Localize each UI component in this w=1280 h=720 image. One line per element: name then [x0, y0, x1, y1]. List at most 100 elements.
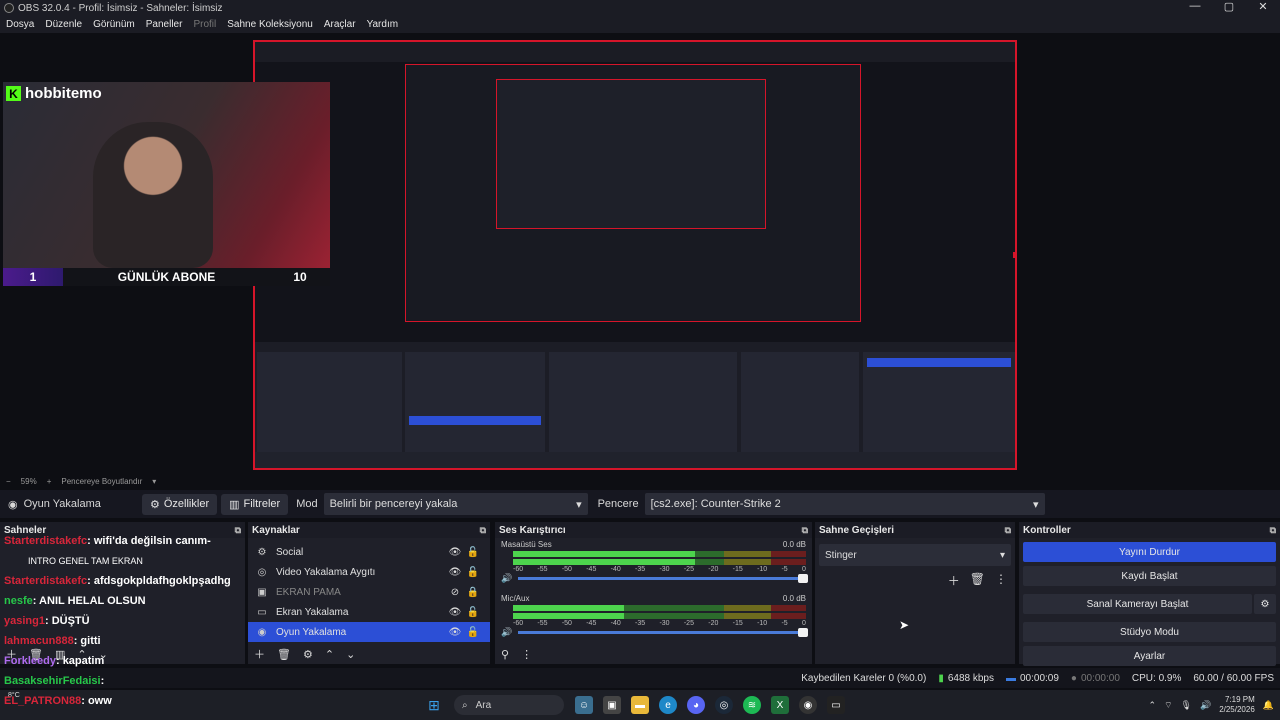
- taskbar-search[interactable]: ⌕ Ara: [454, 695, 564, 715]
- virtual-camera-settings-gear-icon[interactable]: ⚙: [1254, 594, 1276, 614]
- nested-selected-source: [409, 416, 541, 425]
- window-value: [cs2.exe]: Counter-Strike 2: [650, 498, 781, 510]
- channel-db: 0.0 dB: [782, 594, 806, 603]
- source-item-game-capture[interactable]: ◉ Oyun Yakalama 👁 🔓: [248, 622, 490, 642]
- transition-select[interactable]: Stinger ▾: [819, 544, 1011, 566]
- properties-button[interactable]: ⚙ Özellikler: [142, 493, 218, 515]
- window-select[interactable]: [cs2.exe]: Counter-Strike 2 ▾: [644, 493, 1045, 515]
- window-titlebar: OBS 32.0.4 - Profil: İsimsiz - Sahneler:…: [0, 0, 1280, 16]
- zoom-out-button[interactable]: −: [6, 477, 11, 486]
- file-explorer-icon[interactable]: ▬: [631, 696, 649, 714]
- menu-yardim[interactable]: Yardım: [367, 19, 399, 30]
- discord-icon[interactable]: ◕: [687, 696, 705, 714]
- volume-slider[interactable]: [518, 628, 808, 637]
- volume-slider[interactable]: [518, 574, 808, 583]
- volume-knob[interactable]: [798, 628, 808, 637]
- close-button[interactable]: ✕: [1246, 0, 1280, 13]
- edge-browser-icon[interactable]: e: [659, 696, 677, 714]
- source-item-social[interactable]: ⚙ Social 👁 🔓: [248, 542, 490, 562]
- transitions-dock-header: Sahne Geçişleri ⧉: [815, 522, 1015, 538]
- obs-icon[interactable]: ◉: [799, 696, 817, 714]
- task-view-icon[interactable]: ▣: [603, 696, 621, 714]
- source-properties-button[interactable]: ⚙: [303, 648, 313, 661]
- lock-icon[interactable]: 🔓: [464, 627, 482, 638]
- channel-name: Mic/Aux: [501, 594, 530, 603]
- mode-select[interactable]: Belirli bir pencereyi yakala ▾: [323, 493, 588, 515]
- selected-source: ◉ Oyun Yakalama: [0, 498, 140, 511]
- move-down-button[interactable]: ⌄: [346, 648, 355, 661]
- game-capture-preview[interactable]: [253, 40, 1017, 470]
- start-menu-icon[interactable]: ⊞: [425, 696, 443, 714]
- stop-streaming-button[interactable]: Yayını Durdur: [1023, 542, 1276, 562]
- menu-paneller[interactable]: Paneller: [146, 19, 183, 30]
- nested-scenes-dock: [257, 352, 402, 462]
- lock-icon[interactable]: 🔓: [464, 567, 482, 578]
- menu-araclar[interactable]: Araçlar: [324, 19, 356, 30]
- terminal-icon[interactable]: ▭: [827, 696, 845, 714]
- steam-icon[interactable]: ◎: [715, 696, 733, 714]
- hidden-eye-icon[interactable]: ⊘: [446, 587, 464, 598]
- speaker-icon[interactable]: 🔊: [501, 573, 512, 584]
- meter-ticks: -60 -55 -50 -45 -40 -35 -30 -25 -20 -15 -10 -5 0: [513, 620, 806, 627]
- lock-icon[interactable]: 🔓: [464, 547, 482, 558]
- resize-handle-right[interactable]: [1013, 252, 1015, 258]
- minimize-button[interactable]: —: [1178, 0, 1212, 13]
- microphone-icon[interactable]: 🎙: [1181, 700, 1192, 711]
- widget-app-icon[interactable]: ☺: [575, 696, 593, 714]
- source-item-display-capture[interactable]: ▭ Ekran Yakalama 👁 🔓: [248, 602, 490, 622]
- add-source-button[interactable]: ＋: [254, 646, 265, 662]
- undock-icon[interactable]: ⧉: [480, 525, 486, 536]
- studio-mode-button[interactable]: Stüdyo Modu: [1023, 622, 1276, 642]
- advanced-audio-icon[interactable]: ⚲: [501, 648, 509, 661]
- settings-button[interactable]: Ayarlar: [1023, 646, 1276, 666]
- menu-duzenle[interactable]: Düzenle: [45, 19, 82, 30]
- sub-goal-target: 10: [293, 270, 307, 284]
- spotify-icon[interactable]: ≋: [743, 696, 761, 714]
- clock[interactable]: 7:19 PM 2/25/2026: [1219, 695, 1255, 715]
- camera-icon: ◎: [257, 566, 267, 578]
- filters-button[interactable]: ▥ Filtreler: [221, 493, 289, 515]
- menu-dosya[interactable]: Dosya: [6, 19, 34, 30]
- undock-icon[interactable]: ⧉: [1005, 525, 1011, 536]
- undock-icon[interactable]: ⧉: [1270, 525, 1276, 536]
- add-transition-button[interactable]: ＋: [948, 572, 960, 589]
- undock-icon[interactable]: ⧉: [802, 525, 808, 536]
- visibility-eye-icon[interactable]: 👁: [446, 627, 464, 638]
- clock-time: 7:19 PM: [1224, 695, 1255, 704]
- start-virtual-camera-button[interactable]: Sanal Kamerayı Başlat: [1023, 594, 1252, 614]
- bitrate: 6488 kbps: [947, 672, 994, 684]
- remove-transition-button[interactable]: 🗑: [970, 572, 985, 589]
- visibility-eye-icon[interactable]: 👁: [446, 607, 464, 618]
- volume-knob[interactable]: [798, 574, 808, 583]
- lock-closed-icon[interactable]: 🔒: [464, 587, 482, 598]
- lock-icon[interactable]: 🔓: [464, 607, 482, 618]
- scale-mode-select[interactable]: Pencereye Boyutlandır: [61, 477, 142, 486]
- network-icon[interactable]: ⌔: [1164, 700, 1172, 711]
- speaker-icon[interactable]: 🔊: [501, 627, 512, 638]
- properties-label: Özellikler: [163, 498, 210, 510]
- menu-sahne-koleksiyonu[interactable]: Sahne Koleksiyonu: [227, 19, 313, 30]
- visibility-eye-icon[interactable]: 👁: [446, 547, 464, 558]
- mouse-cursor-icon: ➤: [899, 618, 910, 632]
- notification-bell-icon[interactable]: 🔔: [1263, 700, 1274, 711]
- source-item-video-capture[interactable]: ◎ Video Yakalama Aygıtı 👁 🔓: [248, 562, 490, 582]
- channel-name: hobbitemo: [25, 85, 102, 102]
- meter-level: [513, 605, 625, 611]
- chevron-up-icon[interactable]: ⌃: [1149, 700, 1157, 711]
- menu-gorunum[interactable]: Görünüm: [93, 19, 135, 30]
- zoom-in-button[interactable]: +: [47, 477, 52, 486]
- source-item-ekran-pama[interactable]: ▣ EKRAN PAMA ⊘ 🔒: [248, 582, 490, 602]
- move-up-button[interactable]: ⌃: [325, 648, 334, 661]
- mixer-menu-icon[interactable]: ⋮: [521, 648, 532, 661]
- start-recording-button[interactable]: Kaydı Başlat: [1023, 566, 1276, 586]
- menu-profil[interactable]: Profil: [193, 19, 216, 30]
- chevron-down-icon[interactable]: ▾: [152, 477, 156, 486]
- visibility-eye-icon[interactable]: 👁: [446, 567, 464, 578]
- excel-icon[interactable]: X: [771, 696, 789, 714]
- transition-menu-icon[interactable]: ⋮: [995, 572, 1007, 589]
- nested-stop-stream-button: [867, 358, 1011, 367]
- maximize-button[interactable]: ▢: [1212, 0, 1246, 13]
- chevron-down-icon: ▾: [999, 549, 1005, 561]
- volume-icon[interactable]: 🔊: [1200, 700, 1211, 711]
- remove-source-button[interactable]: 🗑: [277, 648, 291, 661]
